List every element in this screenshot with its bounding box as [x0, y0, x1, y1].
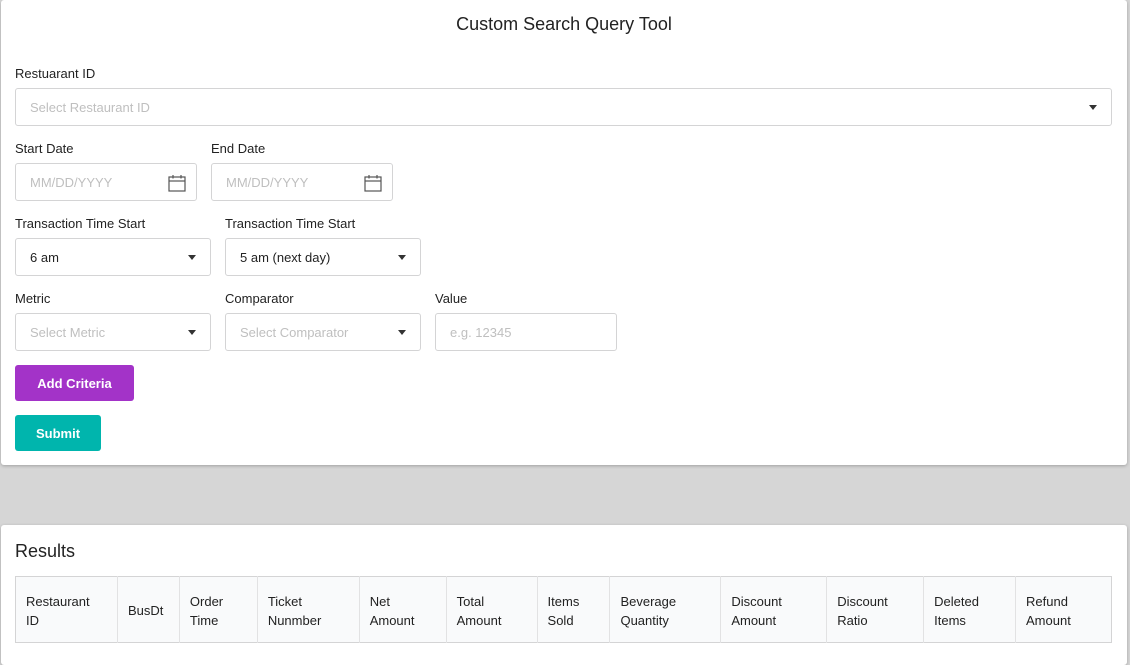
column-header-text: Beverage: [620, 593, 677, 609]
add-criteria-button[interactable]: Add Criteria: [15, 365, 134, 401]
value-label: Value: [435, 291, 468, 306]
column-header-text: Restaurant: [26, 593, 90, 609]
time-end-value: 5 am (next day): [240, 249, 331, 265]
value-input[interactable]: e.g. 12345: [435, 313, 617, 351]
query-card: Custom Search Query Tool Restuarant ID S…: [1, 0, 1127, 465]
column-header[interactable]: Beverage Quantity: [609, 576, 721, 643]
time-start-label: Transaction Time Start: [15, 216, 146, 231]
time-end-label: Transaction Time Start: [225, 216, 356, 231]
column-header[interactable]: Items Sold: [536, 576, 610, 643]
column-header-text: ID: [26, 612, 39, 628]
column-header-text: Items: [547, 593, 580, 609]
column-header[interactable]: Ticket Nunmber: [256, 576, 360, 643]
column-header-text: Refund: [1026, 593, 1068, 609]
column-header-text: Items: [934, 612, 966, 628]
column-header-text: Net: [369, 593, 390, 609]
column-header-text: Total: [456, 593, 485, 609]
chevron-down-icon: [188, 330, 196, 335]
chevron-down-icon: [1089, 105, 1097, 110]
column-header-text: Discount: [837, 593, 888, 609]
restaurant-id-placeholder: Select Restaurant ID: [30, 99, 150, 115]
metric-select[interactable]: Select Metric: [15, 313, 211, 351]
value-placeholder: e.g. 12345: [450, 324, 512, 340]
column-header[interactable]: BusDt: [116, 576, 180, 643]
column-header-text: Amount: [456, 612, 502, 628]
column-header-text: Time: [189, 612, 219, 628]
chevron-down-icon: [398, 330, 406, 335]
metric-placeholder: Select Metric: [30, 324, 106, 340]
column-header-text: Sold: [547, 612, 574, 628]
submit-button[interactable]: Submit: [15, 415, 101, 451]
column-header[interactable]: Refund Amount: [1015, 576, 1112, 643]
start-date-label: Start Date: [15, 141, 74, 156]
column-header-text: Deleted: [934, 593, 979, 609]
column-header[interactable]: Restaurant ID: [15, 576, 118, 643]
time-start-value: 6 am: [30, 249, 59, 265]
chevron-down-icon: [188, 255, 196, 260]
column-header[interactable]: Net Amount: [358, 576, 447, 643]
calendar-icon[interactable]: [168, 174, 186, 192]
column-header[interactable]: Discount Ratio: [826, 576, 924, 643]
column-header[interactable]: Deleted Items: [923, 576, 1016, 643]
results-table: Restaurant ID BusDt Order Time Ticket Nunmber N…: [15, 576, 1112, 643]
page-title: Custom Search Query Tool: [456, 14, 672, 34]
start-date-input[interactable]: MM/DD/YYYY: [15, 163, 197, 201]
comparator-placeholder: Select Comparator: [240, 324, 349, 340]
column-header[interactable]: Discount Amount: [720, 576, 827, 643]
restaurant-id-label: Restuarant ID: [15, 66, 96, 81]
column-header[interactable]: Total Amount: [445, 576, 538, 643]
column-header-text: Nunmber: [267, 612, 322, 628]
start-date-placeholder: MM/DD/YYYY: [30, 174, 113, 190]
column-header-text: Ratio: [837, 612, 868, 628]
column-header-text: BusDt: [127, 603, 164, 618]
comparator-label: Comparator: [225, 291, 294, 306]
column-header-text: Amount: [369, 612, 415, 628]
end-date-input[interactable]: MM/DD/YYYY: [211, 163, 393, 201]
time-end-select[interactable]: 5 am (next day): [225, 238, 421, 276]
results-card: Results Restaurant ID BusDt Order Time Ticket…: [1, 525, 1127, 665]
column-header-text: Amount: [1026, 612, 1071, 628]
calendar-icon[interactable]: [364, 174, 382, 192]
time-start-select[interactable]: 6 am: [15, 238, 211, 276]
restaurant-id-select[interactable]: Select Restaurant ID: [15, 88, 1112, 126]
column-header-text: Ticket: [267, 593, 303, 609]
results-title: Results: [15, 541, 76, 561]
column-header-text: Quantity: [620, 612, 669, 628]
column-header[interactable]: Order Time: [178, 576, 258, 643]
metric-label: Metric: [15, 291, 51, 306]
end-date-placeholder: MM/DD/YYYY: [226, 174, 309, 190]
column-header-text: Amount: [731, 612, 777, 628]
chevron-down-icon: [398, 255, 406, 260]
results-header-row: Restaurant ID BusDt Order Time Ticket Nunmber N…: [15, 576, 1112, 643]
column-header-text: Discount: [731, 593, 782, 609]
column-header-text: Order: [189, 593, 224, 609]
end-date-label: End Date: [211, 141, 266, 156]
comparator-select[interactable]: Select Comparator: [225, 313, 421, 351]
